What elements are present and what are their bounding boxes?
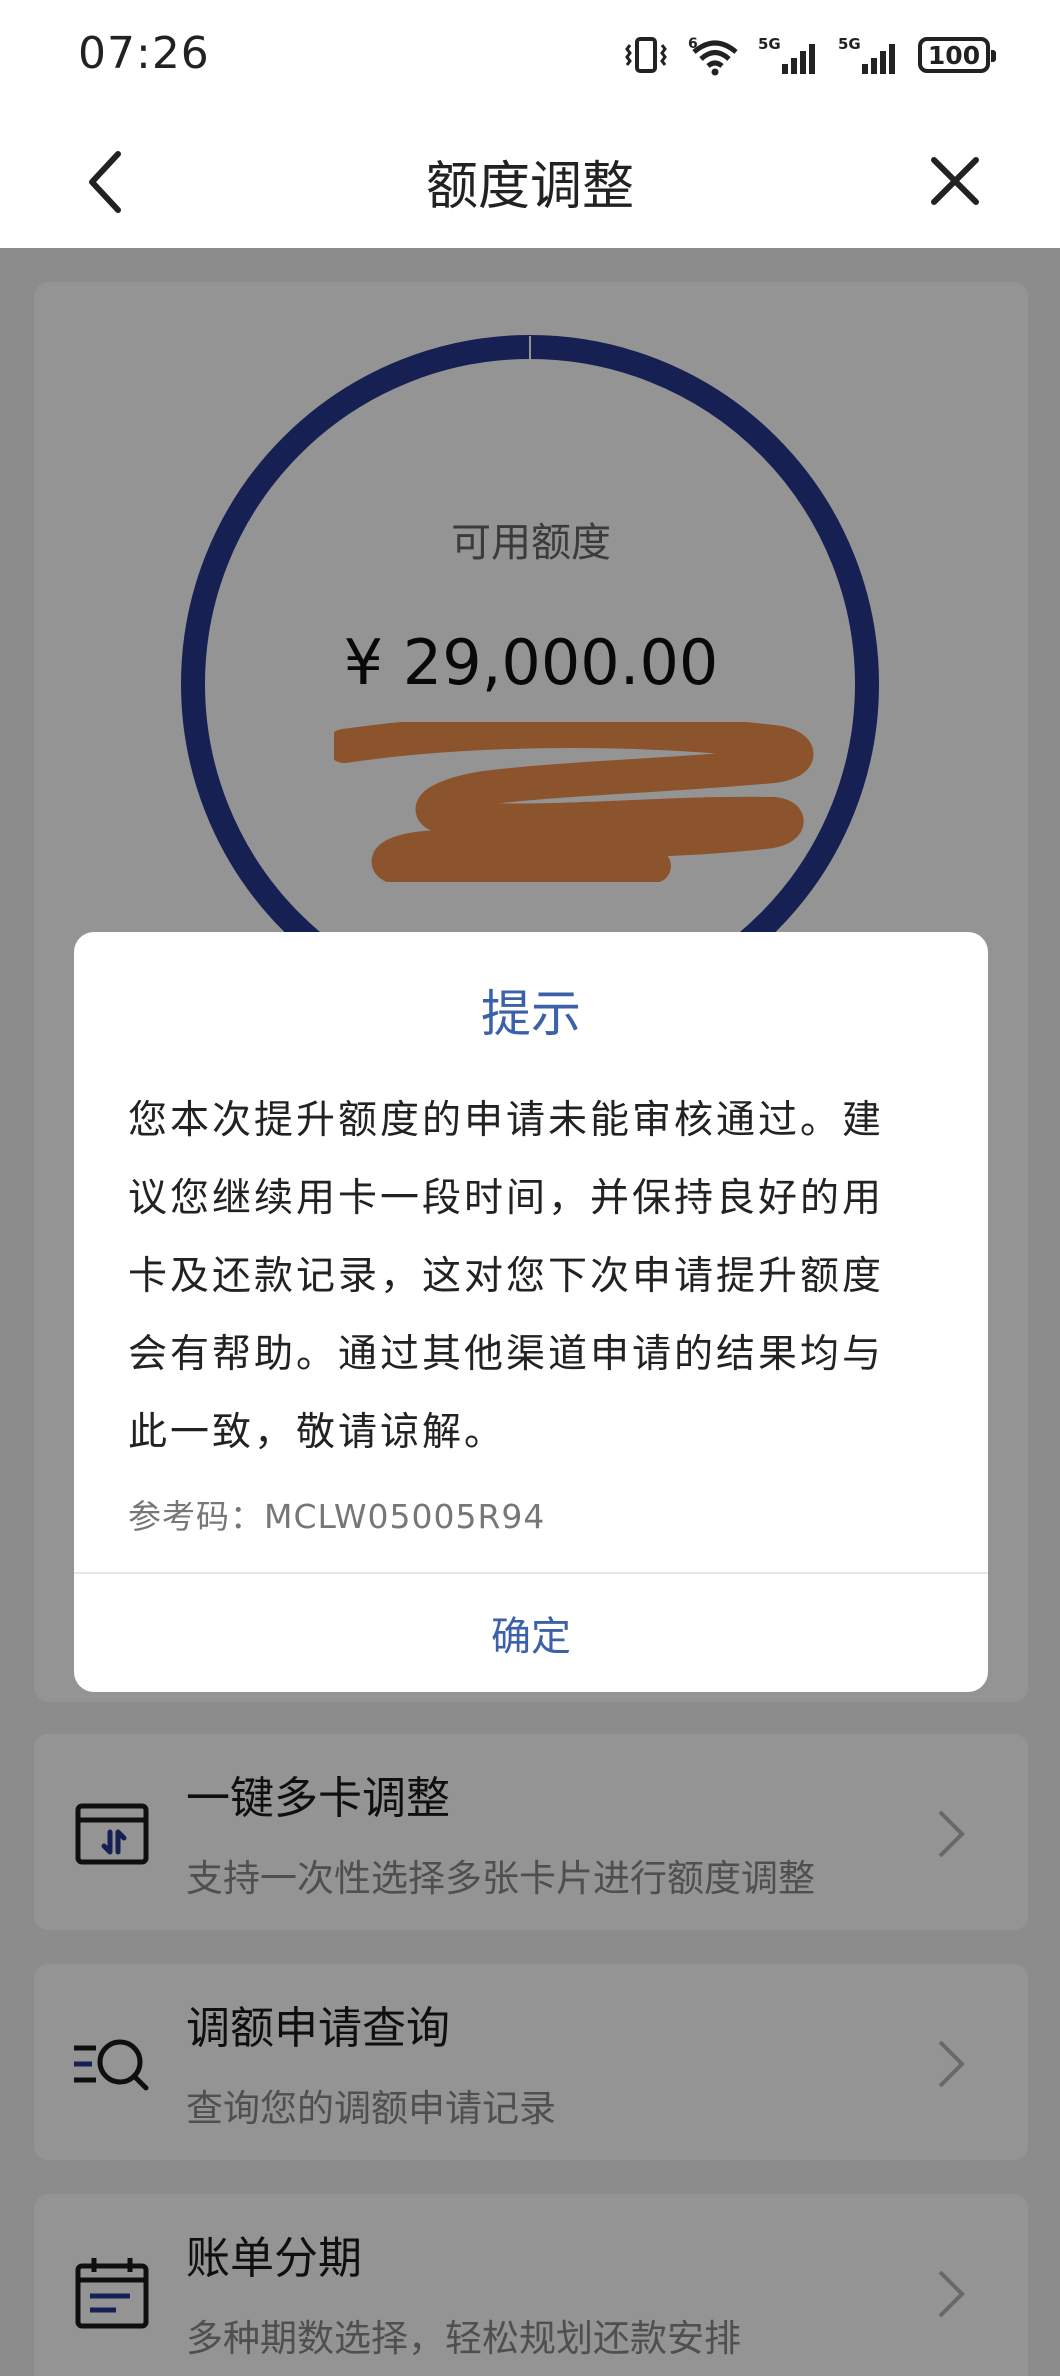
dialog-message-line: 会有帮助。通过其他渠道申请的结果均与 — [128, 1332, 885, 1377]
network-type-2: 5G — [838, 35, 861, 53]
close-icon — [931, 157, 979, 205]
vibrate-icon — [625, 37, 667, 73]
close-button[interactable] — [920, 146, 990, 216]
signal-icon-2: 5G — [838, 35, 895, 74]
dialog-message-line: 此一致，敬请谅解。 — [128, 1410, 507, 1455]
nav-bar: 额度调整 — [0, 116, 1060, 248]
alert-dialog: 提示 您本次提升额度的申请未能审核通过。建 议您继续用卡一段时间，并保持良好的用… — [74, 932, 988, 1692]
reference-code: 参考码：MCLW05005R94 — [128, 1497, 546, 1536]
status-bar: 07:26 6 5G 5G 100 — [0, 0, 1060, 116]
dialog-message-line: 您本次提升额度的申请未能审核通过。建 — [128, 1098, 885, 1143]
network-type-1: 5G — [758, 35, 781, 53]
battery-icon: 100 — [918, 37, 996, 73]
status-time: 07:26 — [78, 28, 210, 79]
page-title: 额度调整 — [425, 157, 634, 217]
dialog-message-line: 议您继续用卡一段时间，并保持良好的用 — [128, 1176, 885, 1221]
status-icons: 6 5G 5G 100 — [624, 30, 996, 80]
confirm-button[interactable]: 确定 — [74, 1574, 988, 1692]
dialog-message-line: 卡及还款记录，这对您下次申请提升额度 — [128, 1254, 885, 1299]
wifi-icon: 6 — [688, 36, 738, 76]
dialog-title: 提示 — [481, 985, 581, 1043]
signal-icon: 5G — [758, 35, 815, 74]
dialog-message: 您本次提升额度的申请未能审核通过。建 议您继续用卡一段时间，并保持良好的用 卡及… — [128, 1082, 948, 1472]
battery-level: 100 — [927, 40, 981, 70]
